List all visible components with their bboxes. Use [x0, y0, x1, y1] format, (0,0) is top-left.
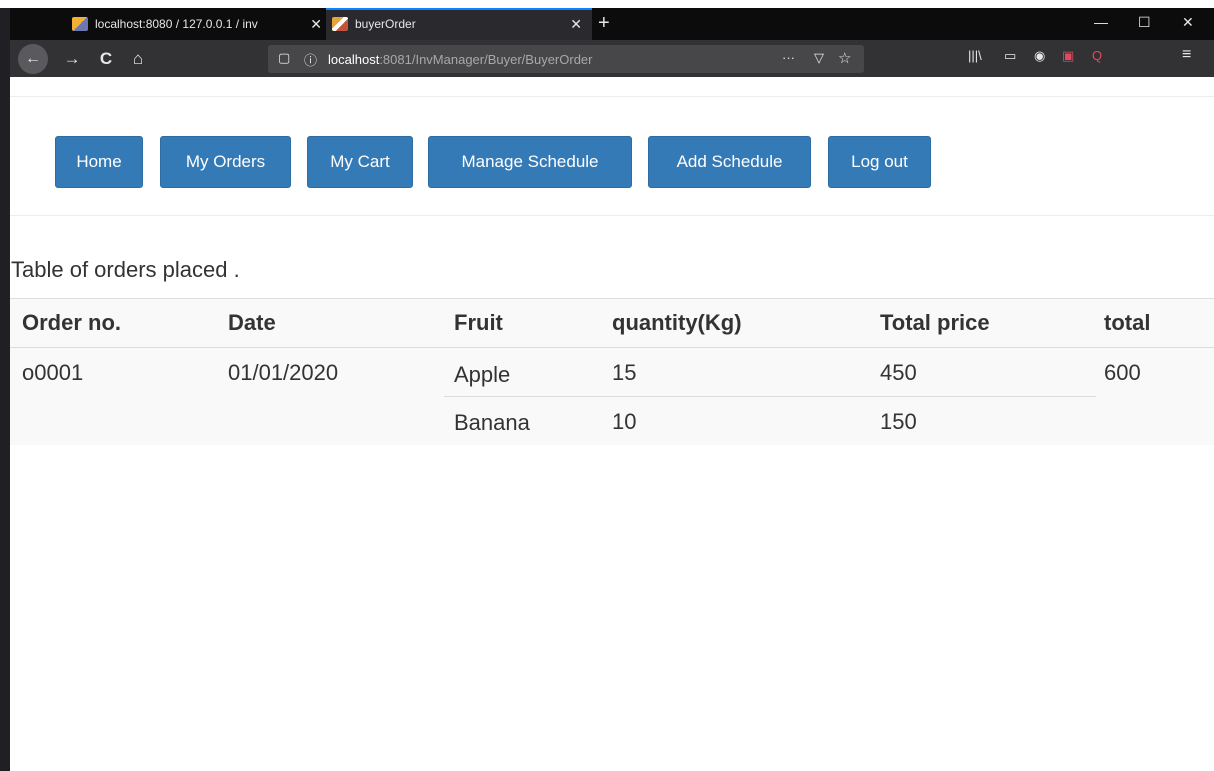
quantity-cell: 10 [612, 409, 637, 434]
back-icon[interactable]: ← [18, 44, 48, 74]
order-total-cell: 600 [1104, 360, 1141, 385]
logout-button[interactable]: Log out [828, 136, 931, 188]
extension-icon[interactable]: ▣ [1062, 48, 1074, 64]
search-icon[interactable]: Q [1092, 48, 1102, 63]
account-icon[interactable]: ◉ [1034, 48, 1045, 64]
forward-icon[interactable]: → [60, 46, 84, 72]
tab-buyer-order[interactable]: buyerOrder ✕ [326, 8, 592, 40]
manage-schedule-button[interactable]: Manage Schedule [428, 136, 632, 188]
header-fruit: Fruit [454, 310, 503, 335]
url-host: localhost [328, 52, 380, 67]
sidebar-icon[interactable]: ▭ [1004, 48, 1016, 64]
site-info-icon[interactable]: ⓘ [304, 50, 317, 69]
page-content: Home My Orders My Cart Manage Schedule A… [10, 77, 1214, 771]
maximize-icon[interactable]: ☐ [1138, 14, 1151, 31]
my-cart-button[interactable]: My Cart [307, 136, 413, 188]
header-bottom-border [10, 347, 1214, 348]
library-icon[interactable]: |||\ [968, 48, 982, 63]
table-top-border [10, 298, 1214, 299]
header-total: total [1104, 310, 1151, 335]
tab-strip: localhost:8080 / 127.0.0.1 / inv ✕ buyer… [10, 8, 1214, 40]
reload-icon[interactable]: C [94, 46, 118, 72]
tab-title: buyerOrder [355, 17, 416, 31]
tab-close-icon[interactable]: ✕ [310, 16, 322, 33]
item-divider [444, 396, 1096, 397]
home-icon[interactable]: ⌂ [126, 46, 150, 72]
tab-title: localhost:8080 / 127.0.0.1 / inv [95, 17, 258, 31]
url-path: :8081/InvManager/Buyer/BuyerOrder [379, 52, 593, 67]
tracking-shield-icon[interactable]: ▢ [278, 50, 290, 66]
my-orders-button[interactable]: My Orders [160, 136, 291, 188]
menu-icon[interactable]: ≡ [1182, 46, 1191, 64]
fruit-cell: Banana [454, 410, 530, 435]
page-favicon-icon [332, 17, 348, 31]
order-no-cell: o0001 [22, 360, 84, 385]
page-actions-icon[interactable]: ··· [782, 50, 795, 65]
bookmark-star-icon[interactable]: ☆ [838, 49, 851, 67]
price-cell: 450 [880, 360, 917, 385]
add-schedule-button[interactable]: Add Schedule [648, 136, 811, 188]
pocket-icon[interactable]: ▽ [814, 50, 824, 66]
new-tab-icon[interactable]: + [598, 12, 610, 35]
minimize-icon[interactable]: — [1094, 14, 1108, 30]
tab-phpmyadmin[interactable]: localhost:8080 / 127.0.0.1 / inv ✕ [66, 8, 332, 40]
navbar-bottom-divider [10, 215, 1214, 216]
date-cell: 01/01/2020 [228, 360, 339, 385]
phpmyadmin-favicon-icon [72, 17, 88, 31]
header-date: Date [228, 310, 276, 335]
header-total-price: Total price [880, 310, 990, 335]
home-button[interactable]: Home [55, 136, 143, 188]
top-strip [0, 0, 1214, 8]
header-order-no: Order no. [22, 310, 122, 335]
quantity-cell: 15 [612, 360, 637, 385]
browser-window: localhost:8080 / 127.0.0.1 / inv ✕ buyer… [10, 8, 1214, 771]
close-window-icon[interactable]: ✕ [1182, 14, 1194, 31]
price-cell: 150 [880, 409, 917, 434]
desktop-edge [0, 8, 10, 771]
header-quantity: quantity(Kg) [612, 310, 742, 335]
orders-table: Order no. Date Fruit quantity(Kg) Total … [10, 298, 1214, 445]
table-caption: Table of orders placed . [11, 257, 240, 282]
url-text[interactable]: localhost:8081/InvManager/Buyer/BuyerOrd… [328, 52, 592, 67]
fruit-cell: Apple [454, 362, 511, 387]
address-bar[interactable]: ▢ ⓘ localhost:8081/InvManager/Buyer/Buye… [268, 45, 864, 73]
navigation-bar: ← → C ⌂ ▢ ⓘ localhost:8081/InvManager/Bu… [10, 40, 1214, 77]
tab-close-icon[interactable]: ✕ [570, 16, 582, 33]
navbar-top-divider [10, 96, 1214, 97]
